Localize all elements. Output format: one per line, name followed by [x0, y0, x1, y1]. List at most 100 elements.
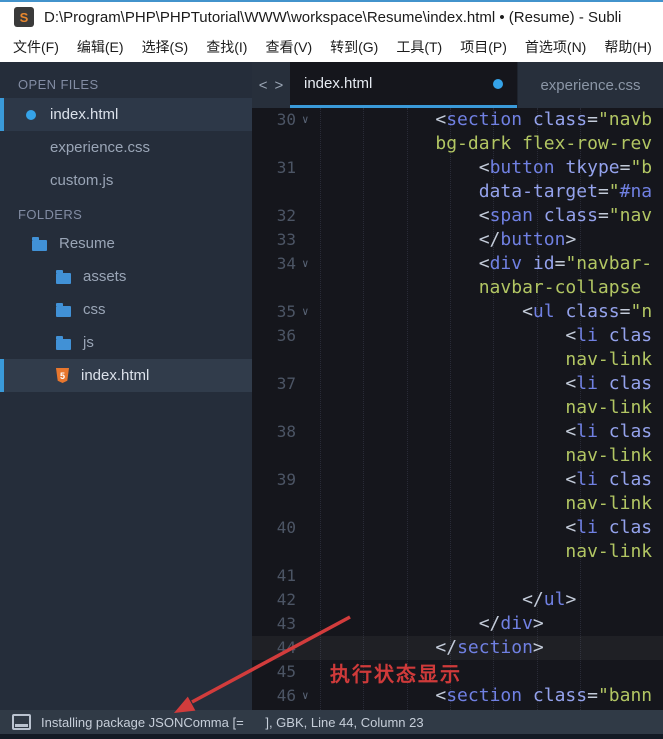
- code-line[interactable]: 34∨ <div id="navbar-: [252, 252, 663, 276]
- line-number[interactable]: [252, 132, 296, 156]
- tab-bar: < > index.htmlexperience.css: [252, 62, 663, 108]
- fold-spacer: [296, 636, 327, 660]
- line-number[interactable]: [252, 180, 296, 204]
- menu-item[interactable]: 帮助(H): [595, 32, 660, 62]
- menu-item[interactable]: 选择(S): [133, 32, 198, 62]
- code-line[interactable]: data-target="#na: [252, 180, 663, 204]
- code-text: nav-link: [327, 540, 663, 564]
- line-number[interactable]: 39: [252, 468, 296, 492]
- code-line[interactable]: 39 <li clas: [252, 468, 663, 492]
- line-number[interactable]: [252, 396, 296, 420]
- title-bar: S D:\Program\PHP\PHPTutorial\WWW\workspa…: [0, 2, 663, 32]
- code-line[interactable]: nav-link: [252, 396, 663, 420]
- editor[interactable]: 30∨ <section class="navb bg-dark flex-ro…: [252, 108, 663, 710]
- tree-row[interactable]: 5index.html: [0, 359, 252, 392]
- line-number[interactable]: 38: [252, 420, 296, 444]
- line-number[interactable]: 37: [252, 372, 296, 396]
- line-number[interactable]: 36: [252, 324, 296, 348]
- tab-scroll-right-icon[interactable]: >: [275, 77, 284, 94]
- code-text: <span class="nav: [327, 204, 663, 228]
- token: nav-link: [565, 493, 652, 514]
- code-line[interactable]: 38 <li clas: [252, 420, 663, 444]
- line-number[interactable]: 34: [252, 252, 296, 276]
- code-line[interactable]: navbar-collapse: [252, 276, 663, 300]
- code-line[interactable]: 35∨ <ul class="n: [252, 300, 663, 324]
- tab-experience.css[interactable]: experience.css: [517, 62, 663, 108]
- fold-arrow-icon[interactable]: ∨: [296, 300, 327, 324]
- code-line[interactable]: bg-dark flex-row-rev: [252, 132, 663, 156]
- code-line[interactable]: nav-link: [252, 540, 663, 564]
- line-number[interactable]: 44: [252, 636, 296, 660]
- open-file-row[interactable]: index.html: [0, 98, 252, 131]
- code-line[interactable]: 44 </section>: [252, 636, 663, 660]
- sidebar-toggle-icon[interactable]: [12, 714, 31, 730]
- token: nav-link: [565, 541, 652, 562]
- line-number[interactable]: 40: [252, 516, 296, 540]
- line-number[interactable]: 35: [252, 300, 296, 324]
- open-file-row[interactable]: custom.js: [0, 164, 252, 197]
- line-number[interactable]: [252, 492, 296, 516]
- code-line[interactable]: 30∨ <section class="navb: [252, 108, 663, 132]
- code-line[interactable]: 33 </button>: [252, 228, 663, 252]
- token: section: [446, 685, 522, 706]
- token: "navb: [598, 109, 652, 130]
- tree-row[interactable]: assets: [0, 260, 252, 293]
- code-line[interactable]: 40 <li clas: [252, 516, 663, 540]
- line-number[interactable]: 30: [252, 108, 296, 132]
- fold-spacer: [296, 492, 327, 516]
- fold-arrow-icon[interactable]: ∨: [296, 108, 327, 132]
- token: <: [565, 421, 576, 442]
- line-number[interactable]: 46: [252, 684, 296, 708]
- line-number[interactable]: 41: [252, 564, 296, 588]
- code-text: <ul class="n: [327, 300, 663, 324]
- line-number[interactable]: 45: [252, 660, 296, 684]
- fold-spacer: [296, 228, 327, 252]
- open-file-row[interactable]: experience.css: [0, 131, 252, 164]
- menu-item[interactable]: 首选项(N): [516, 32, 595, 62]
- fold-arrow-icon[interactable]: ∨: [296, 684, 327, 708]
- code-line[interactable]: 31 <button tkype="b: [252, 156, 663, 180]
- token: nav-link: [565, 397, 652, 418]
- tree-row[interactable]: Resume: [0, 227, 252, 260]
- tab-index.html[interactable]: index.html: [290, 62, 517, 108]
- line-number[interactable]: [252, 276, 296, 300]
- line-number[interactable]: 42: [252, 588, 296, 612]
- code-line[interactable]: nav-link: [252, 348, 663, 372]
- code-line[interactable]: 43 </div>: [252, 612, 663, 636]
- code-line[interactable]: 32 <span class="nav: [252, 204, 663, 228]
- menu-item[interactable]: 转到(G): [321, 32, 387, 62]
- open-files-header[interactable]: OPEN FILES: [0, 70, 252, 98]
- menu-item[interactable]: 查找(I): [197, 32, 256, 62]
- line-number[interactable]: 43: [252, 612, 296, 636]
- line-number[interactable]: [252, 348, 296, 372]
- token: section: [446, 109, 522, 130]
- token: </: [479, 613, 501, 634]
- code-line[interactable]: nav-link: [252, 492, 663, 516]
- menu-item[interactable]: 工具(T): [387, 32, 451, 62]
- fold-arrow-icon[interactable]: ∨: [296, 252, 327, 276]
- code-text: nav-link: [327, 492, 663, 516]
- fold-spacer: [296, 468, 327, 492]
- tree-row[interactable]: css: [0, 293, 252, 326]
- line-number[interactable]: 32: [252, 204, 296, 228]
- code-line[interactable]: 46∨ <section class="bann: [252, 684, 663, 708]
- code-line[interactable]: 42 </ul>: [252, 588, 663, 612]
- tree-row[interactable]: js: [0, 326, 252, 359]
- code-line[interactable]: nav-link: [252, 444, 663, 468]
- code-line[interactable]: 41: [252, 564, 663, 588]
- token: navbar-collapse: [479, 277, 652, 298]
- menu-item[interactable]: 查看(V): [256, 32, 321, 62]
- line-number[interactable]: [252, 540, 296, 564]
- folders-header[interactable]: FOLDERS: [0, 201, 252, 227]
- tab-scroll-left-icon[interactable]: <: [259, 77, 268, 94]
- menu-item[interactable]: 文件(F): [4, 32, 68, 62]
- code-line[interactable]: 36 <li clas: [252, 324, 663, 348]
- code-text: <li clas: [327, 420, 663, 444]
- menu-item[interactable]: 编辑(E): [68, 32, 133, 62]
- line-number[interactable]: [252, 444, 296, 468]
- token: [598, 469, 609, 490]
- menu-item[interactable]: 项目(P): [451, 32, 516, 62]
- line-number[interactable]: 33: [252, 228, 296, 252]
- line-number[interactable]: 31: [252, 156, 296, 180]
- code-line[interactable]: 37 <li clas: [252, 372, 663, 396]
